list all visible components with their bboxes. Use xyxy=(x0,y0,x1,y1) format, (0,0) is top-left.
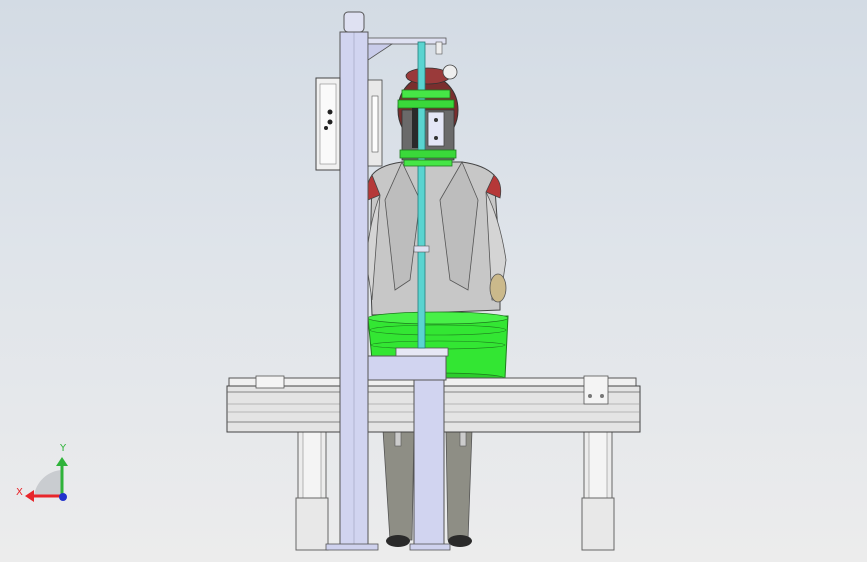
triad-x-arrow xyxy=(25,490,34,502)
triad-z-axis xyxy=(59,493,67,501)
triad-y-arrow xyxy=(56,457,68,466)
cad-viewport[interactable]: Y X xyxy=(0,0,867,562)
coordinate-triad xyxy=(25,457,68,502)
triad-plane xyxy=(34,470,62,496)
triad-x-label: X xyxy=(16,487,23,498)
triad-y-label: Y xyxy=(60,443,67,454)
